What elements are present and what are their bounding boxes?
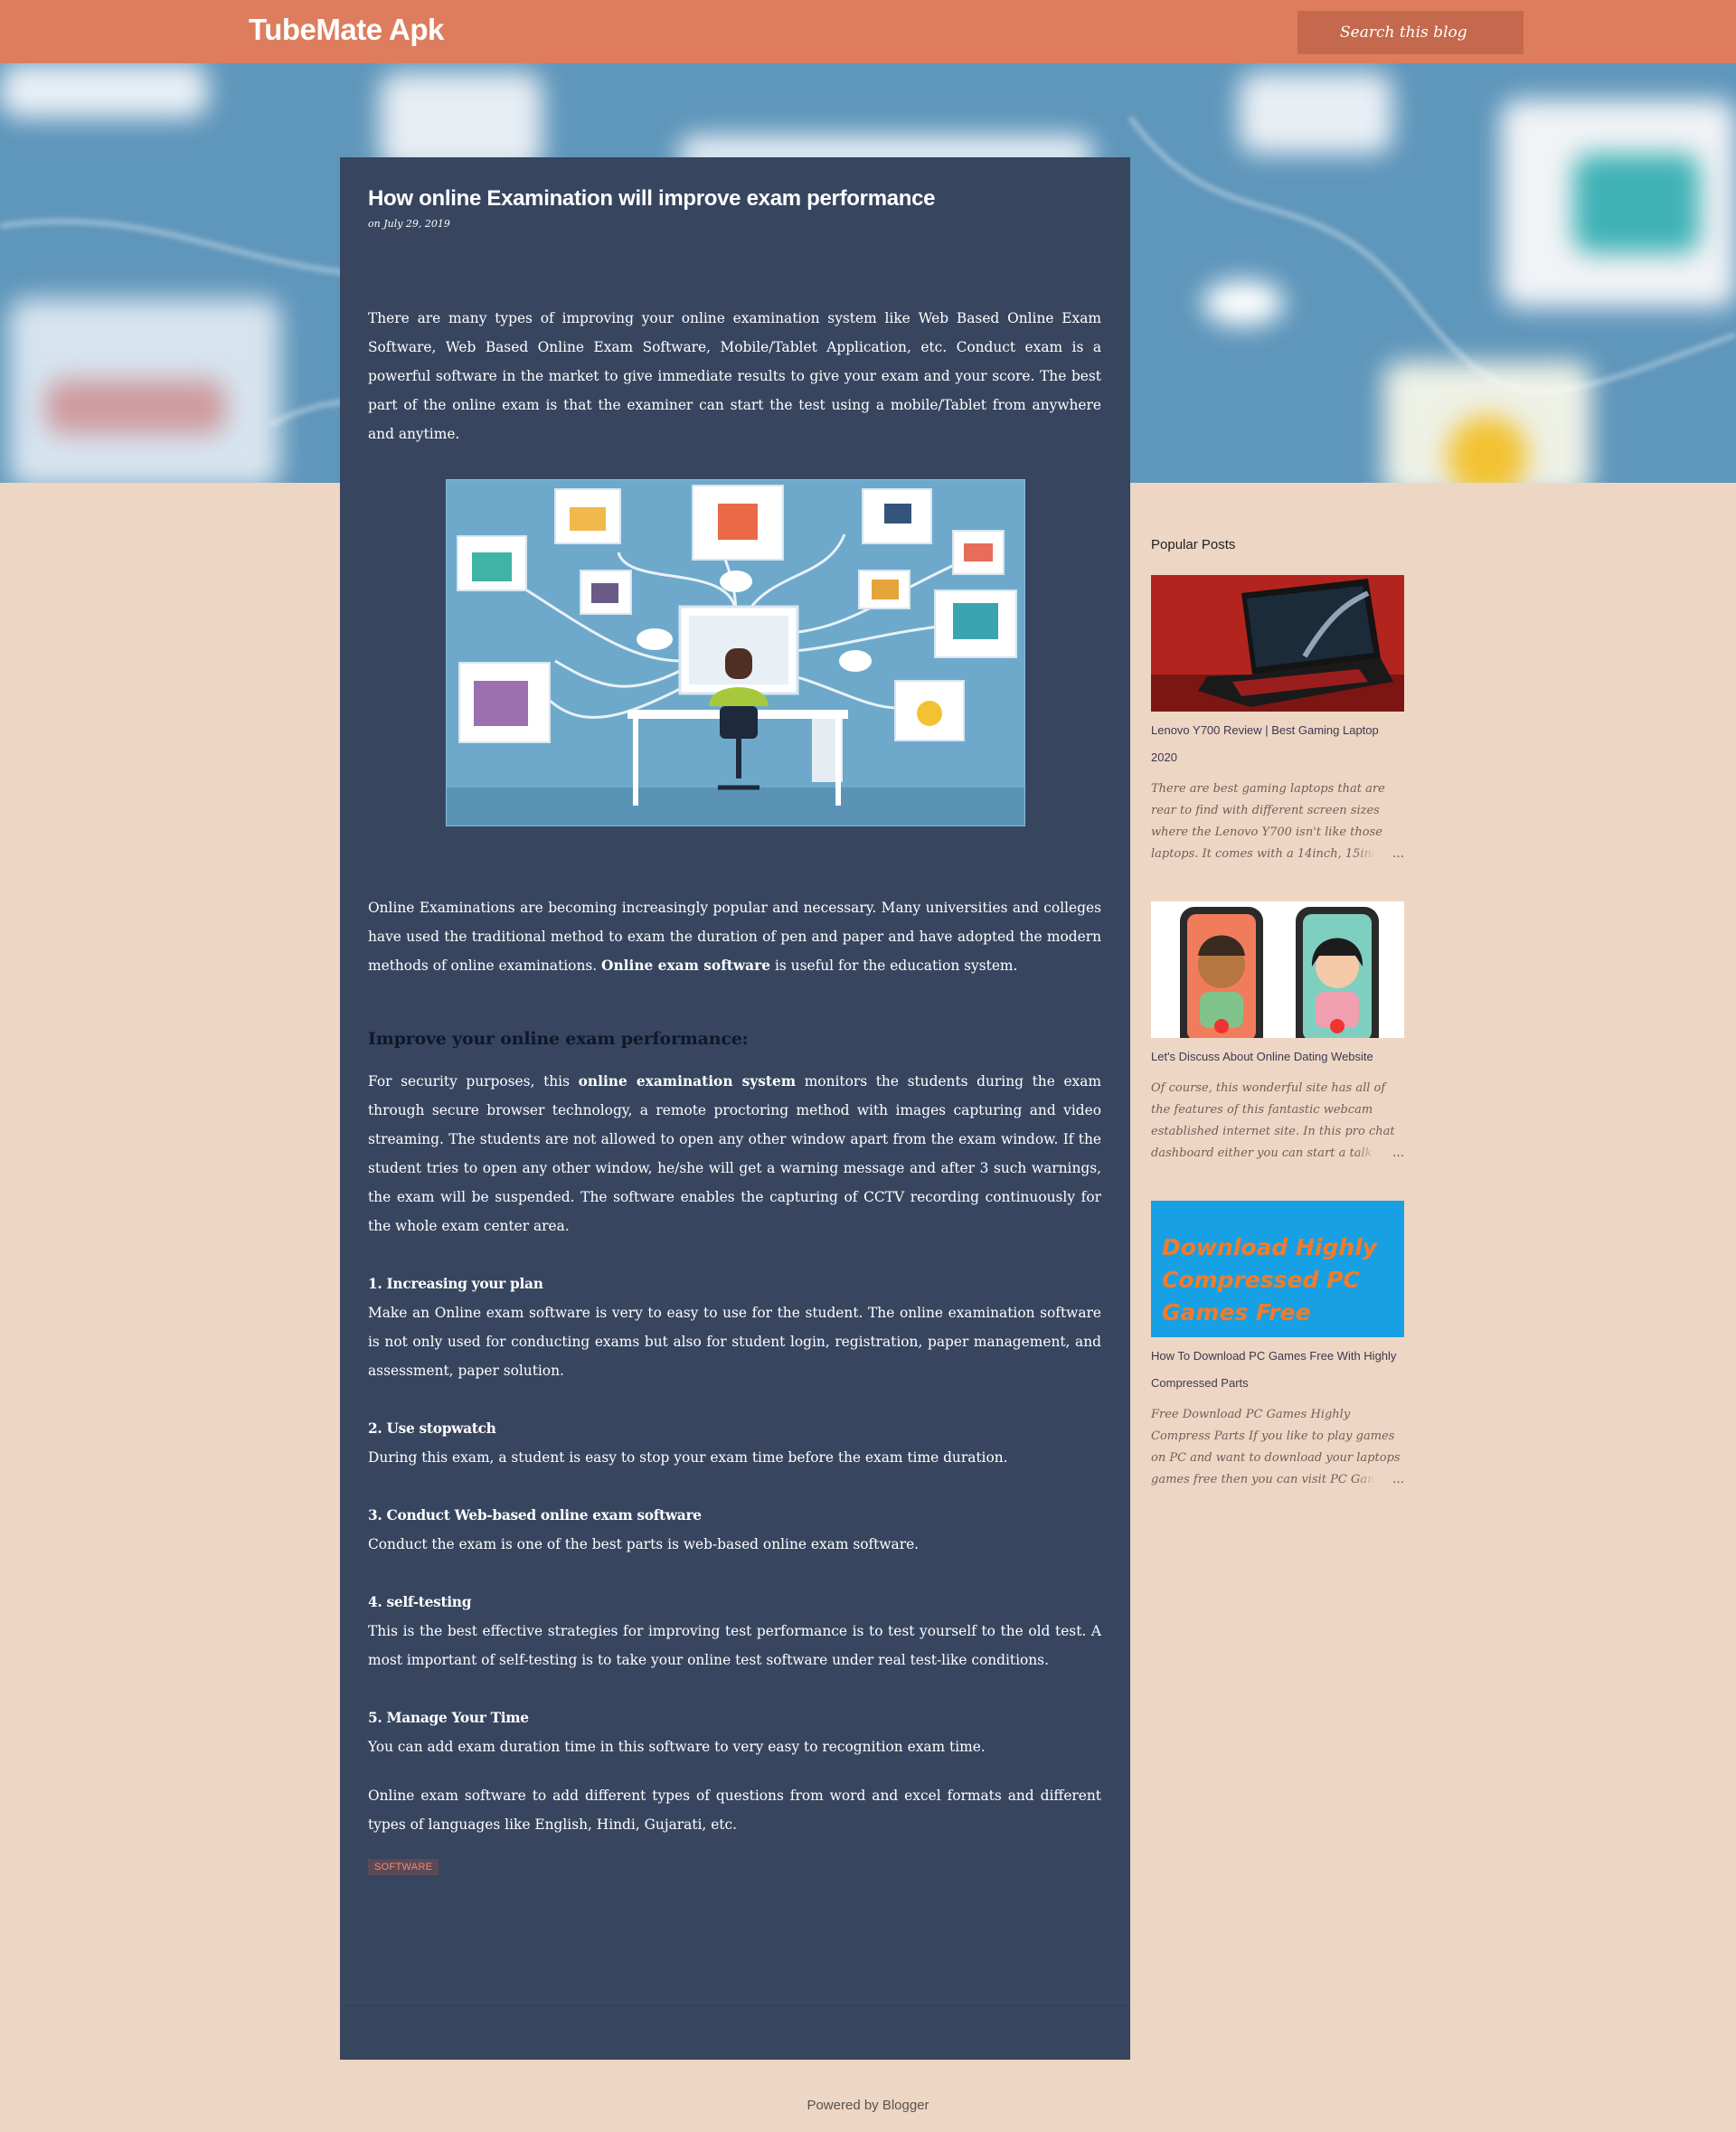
tip-section-1: 1. Increasing your plan Make an Online e… [368,1269,1101,1385]
post-closing-paragraph: Online exam software to add different ty… [368,1787,1101,1833]
tip-title: 3. Conduct Web-based online exam softwar… [368,1506,702,1524]
read-more-ellipsis[interactable]: … [1356,844,1404,865]
popular-post-thumbnail[interactable] [1151,901,1404,1038]
tip-body: Make an Online exam software is very to … [368,1304,1101,1379]
popular-posts-title: Popular Posts [1151,537,1236,552]
popular-post-link[interactable]: Lenovo Y700 Review | Best Gaming Laptop … [1151,717,1404,771]
post-intro-paragraph: There are many types of improving your o… [368,309,1101,442]
online-examination-system-link[interactable]: online examination system [579,1073,796,1090]
popular-post-snippet: There are best gaming laptops that are r… [1151,778,1404,865]
header-bar: TubeMate Apk [0,0,1736,63]
powered-by-footer[interactable]: Powered by Blogger [0,2098,1736,2113]
tip-section-4: 4. self-testing This is the best effecti… [368,1588,1101,1674]
search-box[interactable] [1297,11,1524,54]
search-input[interactable] [1297,11,1524,54]
popular-post-thumbnail[interactable] [1151,575,1404,712]
tip-section-2: 2. Use stopwatch During this exam, a stu… [368,1414,1101,1472]
tip-title: 5. Manage Your Time [368,1709,529,1726]
popular-post-item: Lenovo Y700 Review | Best Gaming Laptop … [1151,575,1404,865]
tip-body: Conduct the exam is one of the best part… [368,1535,920,1552]
popular-post-link[interactable]: Let's Discuss About Online Dating Websit… [1151,1043,1404,1071]
tip-body: You can add exam duration time in this s… [368,1738,986,1755]
tip-title: 1. Increasing your plan [368,1275,543,1292]
tip-title: 2. Use stopwatch [368,1420,496,1437]
sidebar: Popular Posts Lenovo Y700 Review | Best … [1151,537,1404,1527]
thumbnail-banner-text: Download Highly Compressed PC Games Free [1162,1234,1378,1325]
post-date[interactable]: on July 29, 2019 [368,218,1101,230]
post-footer-divider [340,2002,1130,2003]
post-title[interactable]: How online Examination will improve exam… [368,186,1101,212]
popular-post-snippet: Free Download PC Games Highly Compress P… [1151,1404,1404,1491]
popular-post-item: Download Highly Compressed PC Games Free… [1151,1201,1404,1491]
post-illustration-image[interactable] [446,478,1025,826]
tip-section-5: 5. Manage Your Time You can add exam dur… [368,1703,1101,1761]
popular-post-thumbnail[interactable]: Download Highly Compressed PC Games Free [1151,1201,1404,1337]
popular-post-item: Let's Discuss About Online Dating Websit… [1151,901,1404,1165]
post-paragraph-3: For security purposes, this online exami… [368,1072,1101,1234]
post-paragraph-2: Online Examinations are becoming increas… [368,899,1101,974]
read-more-ellipsis[interactable]: … [1356,1143,1404,1165]
read-more-ellipsis[interactable]: … [1356,1469,1404,1491]
tip-body: This is the best effective strategies fo… [368,1622,1101,1668]
tip-body: During this exam, a student is easy to s… [368,1448,1008,1466]
blog-post-card: How online Examination will improve exam… [340,157,1130,2060]
site-title-link[interactable]: TubeMate Apk [249,13,444,47]
popular-post-link[interactable]: How To Download PC Games Free With Highl… [1151,1343,1404,1397]
post-label-chip[interactable]: SOFTWARE [368,1858,439,1875]
online-exam-software-link[interactable]: Online exam software [601,958,770,974]
section-heading: Improve your online exam performance: [368,1028,749,1049]
tip-title: 4. self-testing [368,1593,472,1610]
tip-section-3: 3. Conduct Web-based online exam softwar… [368,1501,1101,1559]
popular-post-snippet: Of course, this wonderful site has all o… [1151,1078,1404,1165]
